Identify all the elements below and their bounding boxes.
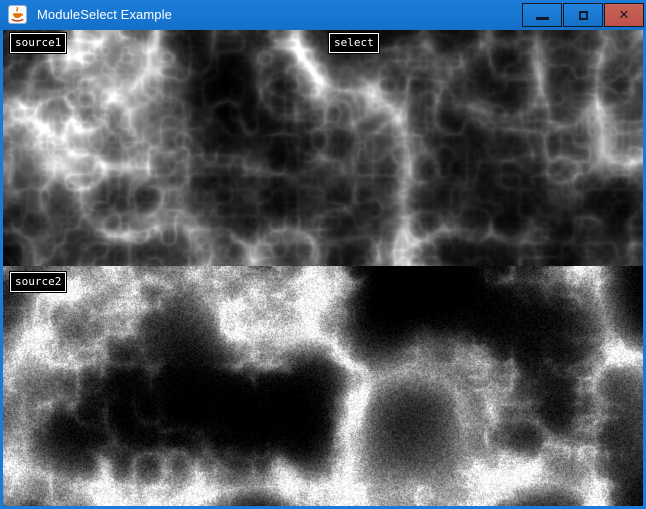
source1-label: source1: [10, 33, 66, 53]
source1-image: [3, 30, 323, 266]
close-button[interactable]: ✕: [604, 3, 644, 27]
application-window: ModuleSelect Example ✕ source1 select so…: [0, 0, 646, 509]
close-icon: ✕: [619, 9, 630, 22]
source2-image: [3, 266, 643, 506]
maximize-button[interactable]: [563, 3, 603, 27]
maximize-icon: [579, 11, 588, 20]
source2-label: source2: [10, 272, 66, 292]
minimize-button[interactable]: [522, 3, 562, 27]
client-area: source1 select source2: [3, 30, 643, 506]
window-title: ModuleSelect Example: [37, 0, 172, 30]
window-controls: ✕: [522, 3, 644, 27]
minimize-icon: [536, 17, 549, 20]
titlebar[interactable]: ModuleSelect Example ✕: [0, 0, 646, 30]
java-coffee-cup-icon[interactable]: [8, 5, 27, 24]
select-label: select: [329, 33, 379, 53]
